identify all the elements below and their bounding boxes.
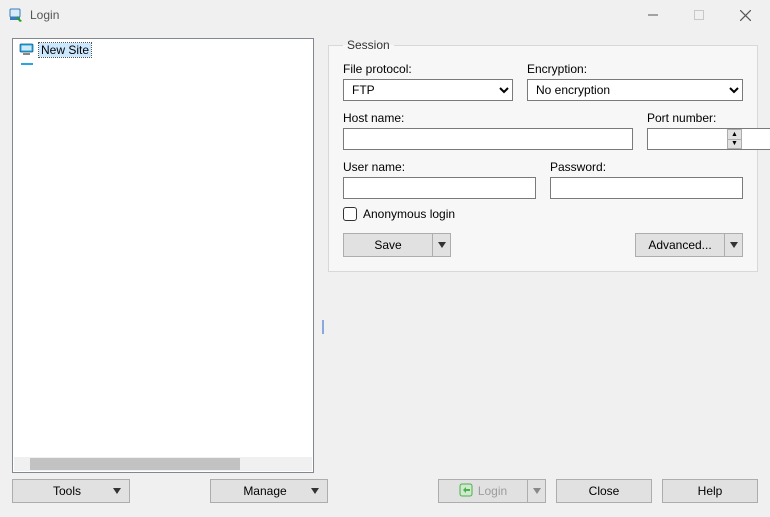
chevron-down-icon — [311, 486, 319, 496]
file-protocol-select[interactable]: FTP — [343, 79, 513, 101]
footer-bar: Tools Manage Login — [0, 473, 770, 517]
login-button-label: Login — [478, 484, 507, 498]
save-button-dropdown[interactable] — [433, 233, 451, 257]
port-step-down[interactable]: ▼ — [727, 140, 742, 150]
manage-button[interactable]: Manage — [210, 479, 328, 503]
password-input[interactable] — [550, 177, 743, 199]
login-button[interactable]: Login — [438, 479, 528, 503]
chevron-down-icon — [113, 486, 121, 496]
close-button[interactable]: Close — [556, 479, 652, 503]
password-label: Password: — [550, 160, 743, 174]
advanced-button-dropdown[interactable] — [725, 233, 743, 257]
minimize-button[interactable] — [630, 0, 676, 30]
port-step-up[interactable]: ▲ — [727, 129, 742, 140]
site-item[interactable]: New Site — [15, 41, 311, 59]
sites-list[interactable]: New Site — [12, 38, 314, 473]
hostname-input[interactable] — [343, 128, 633, 150]
session-group: Session File protocol: FTP Encryption: N… — [328, 38, 758, 272]
login-icon — [459, 483, 473, 500]
login-split-button: Login — [438, 479, 546, 503]
site-item-label: New Site — [39, 43, 91, 57]
file-protocol-label: File protocol: — [343, 62, 513, 76]
splitter-grip[interactable] — [322, 320, 324, 334]
advanced-button[interactable]: Advanced... — [635, 233, 725, 257]
hostname-label: Host name: — [343, 111, 633, 125]
close-button-label: Close — [589, 484, 620, 498]
manage-button-label: Manage — [219, 484, 311, 498]
save-button[interactable]: Save — [343, 233, 433, 257]
encryption-label: Encryption: — [527, 62, 743, 76]
port-label: Port number: — [647, 111, 743, 125]
help-button-label: Help — [698, 484, 723, 498]
horizontal-scrollbar[interactable] — [14, 457, 312, 471]
maximize-button[interactable] — [676, 0, 722, 30]
session-legend: Session — [343, 38, 394, 52]
anonymous-label: Anonymous login — [363, 207, 455, 221]
close-window-button[interactable] — [722, 0, 768, 30]
tools-button[interactable]: Tools — [12, 479, 130, 503]
title-bar: Login — [0, 0, 770, 30]
username-label: User name: — [343, 160, 536, 174]
login-button-dropdown[interactable] — [528, 479, 546, 503]
window-title: Login — [30, 8, 59, 22]
advanced-split-button: Advanced... — [635, 233, 743, 257]
anonymous-checkbox[interactable] — [343, 207, 357, 221]
username-input[interactable] — [343, 177, 536, 199]
tools-button-label: Tools — [21, 484, 113, 498]
app-icon — [8, 7, 24, 23]
computer-icon — [19, 42, 35, 58]
horizontal-scrollbar-thumb[interactable] — [30, 458, 240, 470]
help-button[interactable]: Help — [662, 479, 758, 503]
decorative-bar — [21, 63, 33, 65]
save-split-button: Save — [343, 233, 451, 257]
port-input[interactable] — [647, 128, 770, 150]
encryption-select[interactable]: No encryption — [527, 79, 743, 101]
